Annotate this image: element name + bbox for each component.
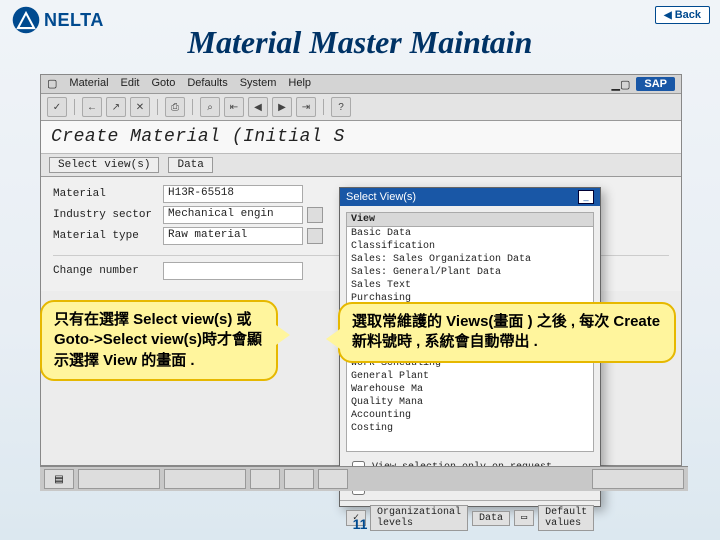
subbar: Select view(s) Data xyxy=(41,154,681,177)
screen-title: Create Material (Initial S xyxy=(41,121,681,154)
tb-cancel-icon[interactable]: ✕ xyxy=(130,97,150,117)
task-item[interactable] xyxy=(318,469,348,489)
window-controls-icon[interactable]: ▁▢ xyxy=(612,78,631,91)
callout-tail-icon xyxy=(326,329,340,349)
menu-system[interactable]: System xyxy=(240,77,277,91)
mattype-label: Material type xyxy=(53,230,163,242)
back-arrow-icon: ◀ xyxy=(664,10,672,21)
tb-find-icon[interactable]: ⌕ xyxy=(200,97,220,117)
tray[interactable] xyxy=(592,469,684,489)
menu-edit[interactable]: Edit xyxy=(121,77,140,91)
dropdown-icon[interactable] xyxy=(307,228,323,244)
window-icon: ▢ xyxy=(47,77,57,91)
menu-material[interactable]: Material xyxy=(69,77,108,91)
sap-logo: SAP xyxy=(636,77,675,91)
view-row[interactable]: Quality Mana xyxy=(347,396,593,409)
start-button[interactable]: ▤ xyxy=(44,469,74,489)
dialog-titlebar: Select View(s) _ xyxy=(340,188,600,206)
dialog-minimize-icon[interactable]: _ xyxy=(578,190,594,204)
task-item[interactable] xyxy=(250,469,280,489)
change-input[interactable] xyxy=(163,262,303,280)
os-taskbar: ▤ xyxy=(40,466,688,491)
tb-next-icon[interactable]: ▶ xyxy=(272,97,292,117)
view-list-header: View xyxy=(347,213,593,227)
callout-tail-icon xyxy=(276,325,290,345)
slide-title: Material Master Maintain xyxy=(0,24,720,61)
view-row[interactable]: Sales Text xyxy=(347,279,593,292)
menu-goto[interactable]: Goto xyxy=(152,77,176,91)
back-label: Back xyxy=(675,9,701,21)
data-button[interactable]: Data xyxy=(168,157,212,173)
tb-check-icon[interactable]: ✓ xyxy=(47,97,67,117)
select-views-button[interactable]: Select view(s) xyxy=(49,157,159,173)
industry-label: Industry sector xyxy=(53,209,163,221)
industry-input[interactable]: Mechanical engin xyxy=(163,206,303,224)
view-row[interactable]: Sales: General/Plant Data xyxy=(347,266,593,279)
tb-print-icon[interactable]: ⎙ xyxy=(165,97,185,117)
menu-help[interactable]: Help xyxy=(288,77,311,91)
material-input[interactable]: H13R-65518 xyxy=(163,185,303,203)
back-button[interactable]: ◀ Back xyxy=(655,6,710,24)
tb-first-icon[interactable]: ⇤ xyxy=(224,97,244,117)
toolbar: ✓ ← ↗ ✕ ⎙ ⌕ ⇤ ◀ ▶ ⇥ ? xyxy=(41,94,681,121)
task-item[interactable] xyxy=(164,469,246,489)
callout-left: 只有在選擇 Select view(s) 或 Goto->Select view… xyxy=(40,300,278,381)
material-label: Material xyxy=(53,188,163,200)
view-row[interactable]: General Plant xyxy=(347,370,593,383)
menu-defaults[interactable]: Defaults xyxy=(187,77,227,91)
tb-back-icon[interactable]: ← xyxy=(82,97,102,117)
task-item[interactable] xyxy=(78,469,160,489)
dropdown-icon[interactable] xyxy=(307,207,323,223)
page-number: 11 xyxy=(0,516,720,532)
view-row[interactable]: Classification xyxy=(347,240,593,253)
tb-last-icon[interactable]: ⇥ xyxy=(296,97,316,117)
task-item[interactable] xyxy=(284,469,314,489)
view-row[interactable]: Costing xyxy=(347,422,593,435)
view-row[interactable]: Basic Data xyxy=(347,227,593,240)
tb-help-icon[interactable]: ? xyxy=(331,97,351,117)
view-row[interactable]: Accounting xyxy=(347,409,593,422)
tb-prev-icon[interactable]: ◀ xyxy=(248,97,268,117)
callout-right: 選取常維護的 Views(畫面 ) 之後 , 每次 Create新料號時 , 系… xyxy=(338,302,676,363)
menubar: ▢ Material Edit Goto Defaults System Hel… xyxy=(41,75,681,94)
change-label: Change number xyxy=(53,265,163,277)
view-row[interactable]: Warehouse Ma xyxy=(347,383,593,396)
tb-exit-icon[interactable]: ↗ xyxy=(106,97,126,117)
view-row[interactable]: Sales: Sales Organization Data xyxy=(347,253,593,266)
mattype-input[interactable]: Raw material xyxy=(163,227,303,245)
sap-window: ▢ Material Edit Goto Defaults System Hel… xyxy=(40,74,682,466)
dialog-title: Select View(s) xyxy=(346,191,416,203)
